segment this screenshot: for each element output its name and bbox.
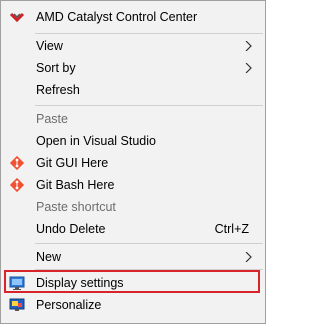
- chevron-right-icon: [245, 41, 252, 51]
- personalize-icon: [9, 298, 25, 311]
- menu-separator: [35, 105, 263, 106]
- menu-item-shortcut: Ctrl+Z: [214, 222, 249, 236]
- git-icon: [9, 155, 25, 171]
- menu-item-amd-catalyst[interactable]: AMD Catalyst Control Center: [3, 6, 263, 28]
- menu-separator: [35, 243, 263, 244]
- menu-separator: [35, 33, 263, 34]
- menu-item-open-in-visual-studio[interactable]: Open in Visual Studio: [3, 130, 263, 152]
- menu-item-label: Undo Delete: [36, 222, 106, 236]
- menu-item-refresh[interactable]: Refresh: [3, 79, 263, 101]
- menu-item-undo-delete[interactable]: Undo Delete Ctrl+Z: [3, 218, 263, 240]
- chevron-right-icon: [245, 63, 252, 73]
- menu-item-label: New: [36, 250, 62, 264]
- menu-item-paste-shortcut: Paste shortcut: [3, 196, 263, 218]
- menu-item-label: AMD Catalyst Control Center: [36, 10, 198, 24]
- menu-item-git-gui-here[interactable]: Git GUI Here: [3, 152, 263, 174]
- menu-item-label: Git Bash Here: [36, 178, 115, 192]
- amd-icon: [9, 12, 25, 23]
- menu-item-label: Paste shortcut: [36, 200, 116, 214]
- git-icon: [9, 177, 25, 193]
- menu-item-view[interactable]: View: [3, 35, 263, 57]
- menu-item-label: Paste: [36, 112, 68, 126]
- menu-item-label: Sort by: [36, 61, 76, 75]
- menu-item-git-bash-here[interactable]: Git Bash Here: [3, 174, 263, 196]
- chevron-right-icon: [245, 252, 252, 262]
- menu-item-label: Refresh: [36, 83, 80, 97]
- menu-item-sort-by[interactable]: Sort by: [3, 57, 263, 79]
- menu-item-paste: Paste: [3, 108, 263, 130]
- menu-item-label: View: [36, 39, 63, 53]
- menu-item-label: Open in Visual Studio: [36, 134, 156, 148]
- menu-item-new[interactable]: New: [3, 246, 263, 268]
- menu-item-label: Personalize: [36, 298, 102, 312]
- selection-highlight-box: [4, 270, 260, 293]
- menu-item-label: Git GUI Here: [36, 156, 109, 170]
- menu-item-personalize[interactable]: Personalize: [3, 294, 263, 316]
